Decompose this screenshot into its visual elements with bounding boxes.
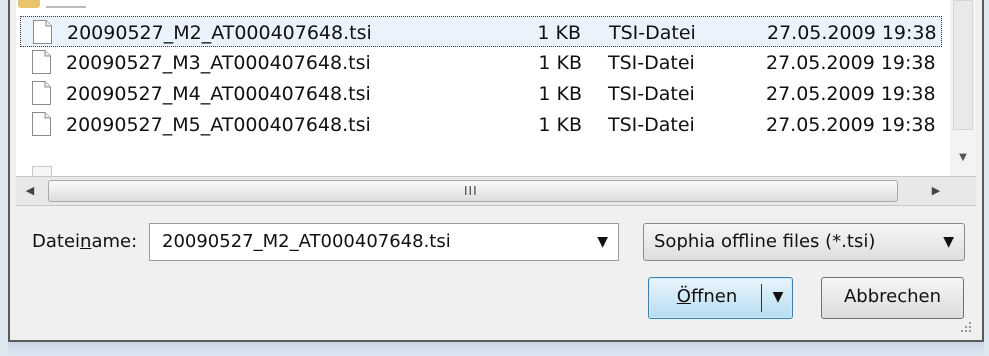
scroll-grip-icon: III — [464, 184, 478, 198]
resize-grip-icon[interactable] — [960, 322, 972, 334]
vertical-scrollbar[interactable]: ▼ — [950, 0, 976, 176]
window-bottom-edge — [8, 342, 984, 356]
filename-label: Dateiname: — [32, 230, 137, 254]
open-button-label-rest: ffnen — [690, 286, 738, 307]
file-size: 1 KB — [538, 52, 582, 74]
filename-label-prefix: Datei — [32, 231, 81, 252]
file-date: 27.05.2009 19:38 — [766, 114, 936, 136]
file-list[interactable]: 20090527_M2_AT000407648.tsi 1 KB TSI-Dat… — [16, 0, 976, 176]
partial-folder-row[interactable] — [16, 0, 976, 14]
filename-input[interactable]: 20090527_M2_AT000407648.tsi ▼ — [149, 223, 619, 261]
file-type: TSI-Datei — [609, 22, 696, 44]
open-button-accesskey: Ö — [676, 286, 691, 307]
open-options-arrow-icon[interactable]: ▼ — [767, 278, 789, 316]
file-type: TSI-Datei — [608, 114, 695, 136]
filename-label-suffix: ame: — [91, 231, 138, 252]
horizontal-scrollbar[interactable]: ◀ III ▶ — [16, 176, 976, 206]
file-type-filter-select[interactable]: Sophia offline files (*.tsi) ▼ — [643, 223, 965, 261]
chevron-down-icon[interactable]: ▼ — [597, 234, 608, 250]
partial-file-icon — [32, 166, 52, 176]
file-icon — [32, 50, 51, 74]
scroll-left-arrow-icon[interactable]: ◀ — [16, 177, 44, 205]
file-row[interactable]: 20090527_M4_AT000407648.tsi 1 KB TSI-Dat… — [20, 78, 942, 109]
scroll-right-arrow-icon[interactable]: ▶ — [922, 177, 950, 205]
file-name: 20090527_M3_AT000407648.tsi — [66, 52, 371, 74]
open-button-label: Öffnen — [659, 278, 755, 316]
file-open-dialog: 20090527_M2_AT000407648.tsi 1 KB TSI-Dat… — [8, 0, 984, 342]
file-type: TSI-Datei — [608, 83, 695, 105]
filename-label-accesskey: n — [80, 231, 92, 252]
cancel-button[interactable]: Abbrechen — [821, 277, 964, 319]
folder-icon — [18, 0, 40, 8]
file-type: TSI-Datei — [608, 52, 695, 74]
file-row[interactable]: 20090527_M3_AT000407648.tsi 1 KB TSI-Dat… — [20, 47, 942, 78]
file-icon — [32, 81, 51, 105]
file-size: 1 KB — [538, 83, 582, 105]
file-name: 20090527_M5_AT000407648.tsi — [66, 114, 371, 136]
file-icon — [33, 20, 52, 44]
file-name: 20090527_M2_AT000407648.tsi — [67, 22, 372, 44]
file-date: 27.05.2009 19:38 — [766, 52, 936, 74]
file-row[interactable]: 20090527_M5_AT000407648.tsi 1 KB TSI-Dat… — [20, 109, 942, 140]
file-row[interactable]: 20090527_M2_AT000407648.tsi 1 KB TSI-Dat… — [20, 16, 942, 47]
filename-value[interactable]: 20090527_M2_AT000407648.tsi — [162, 230, 451, 254]
file-name: 20090527_M4_AT000407648.tsi — [66, 83, 371, 105]
vertical-scroll-thumb[interactable] — [953, 0, 973, 130]
horizontal-scroll-thumb[interactable]: III — [48, 180, 898, 202]
open-button[interactable]: Öffnen ▼ — [648, 277, 793, 319]
scroll-down-arrow-icon[interactable]: ▼ — [950, 148, 976, 168]
file-type-filter-value: Sophia offline files (*.tsi) — [654, 231, 876, 252]
file-icon — [32, 112, 51, 136]
file-size: 1 KB — [538, 114, 582, 136]
file-size: 1 KB — [537, 22, 581, 44]
chevron-down-icon[interactable]: ▼ — [943, 234, 954, 250]
partial-folder-name — [46, 6, 86, 8]
open-button-divider — [761, 284, 762, 312]
file-date: 27.05.2009 19:38 — [767, 22, 937, 44]
file-date: 27.05.2009 19:38 — [766, 83, 936, 105]
